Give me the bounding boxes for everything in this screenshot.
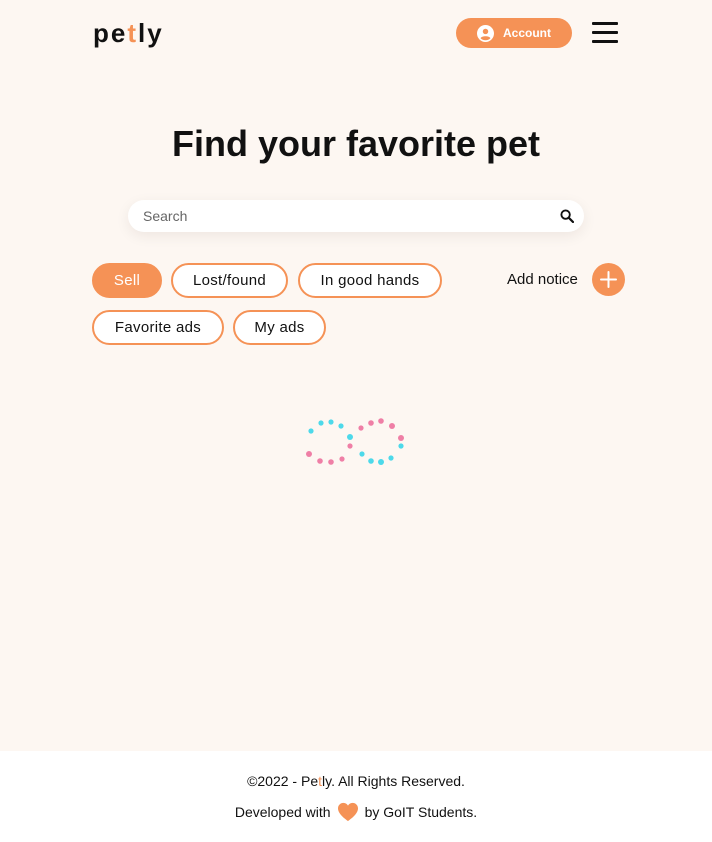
account-button[interactable]: Account — [456, 18, 572, 48]
page-title: Find your favorite pet — [171, 123, 541, 164]
filter-my-ads[interactable]: My ads — [233, 310, 326, 345]
filter-label: In good hands — [320, 272, 420, 289]
filter-in-good-hands[interactable]: In good hands — [298, 263, 442, 298]
add-notice-circle — [591, 262, 625, 296]
heart-icon — [337, 802, 358, 822]
search-icon[interactable] — [560, 209, 574, 223]
filter-label: My ads — [254, 319, 305, 336]
logo[interactable]: petly — [93, 17, 164, 49]
search-bar — [128, 200, 584, 232]
footer-copyright: ©2022 - Petly. All Rights Reserved. — [0, 773, 712, 789]
user-circle-icon — [477, 24, 494, 42]
footer: ©2022 - Petly. All Rights Reserved. Deve… — [0, 751, 712, 842]
plus-icon — [599, 270, 617, 288]
hamburger-menu-icon[interactable] — [591, 20, 619, 46]
footer-developed-by: Developed with by GoIT Students. — [0, 802, 712, 822]
filter-label: Favorite ads — [114, 319, 202, 336]
logo-text-start: pe — [93, 18, 128, 48]
infinity-spinner-icon — [306, 418, 404, 465]
copyright-end: ly. All Rights Reserved. — [322, 773, 465, 789]
add-notice-button[interactable]: Add notice — [507, 262, 625, 296]
filter-label: Lost/found — [192, 272, 267, 289]
account-button-label: Account — [503, 26, 551, 40]
copyright-start: ©2022 - Pe — [247, 773, 319, 789]
logo-text-end: ly — [138, 18, 164, 48]
filter-lost-found[interactable]: Lost/found — [171, 263, 288, 298]
add-notice-label: Add notice — [507, 270, 578, 288]
main-area: petly Account Find your favorite pet Sel… — [0, 0, 712, 751]
search-input[interactable] — [128, 200, 538, 232]
logo-text-accent: t — [127, 18, 139, 48]
developed-by-text: by GoIT Students. — [364, 804, 478, 820]
filter-label: Sell — [113, 272, 141, 289]
filter-sell[interactable]: Sell — [92, 263, 162, 298]
filter-favorite-ads[interactable]: Favorite ads — [92, 310, 224, 345]
developed-with-text: Developed with — [234, 804, 331, 820]
